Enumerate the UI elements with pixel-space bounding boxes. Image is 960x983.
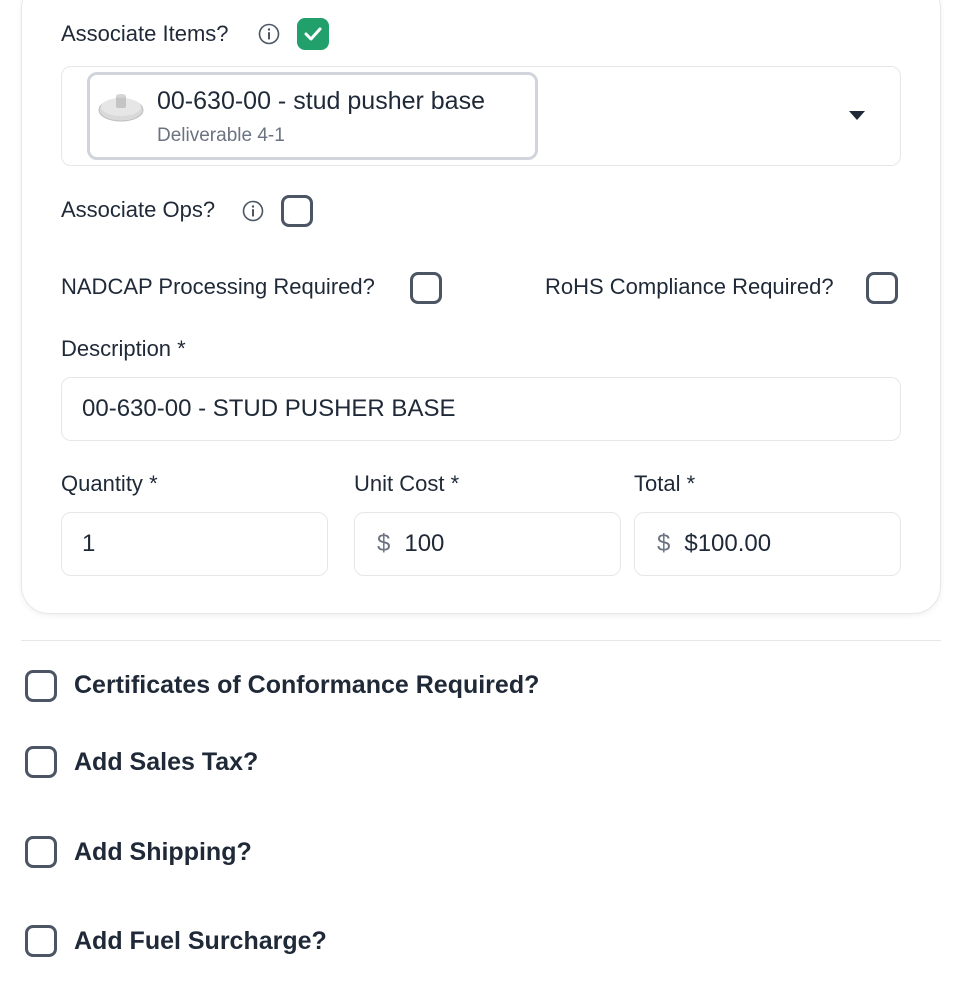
total-label-text: Total xyxy=(634,471,681,496)
required-asterisk: * xyxy=(450,471,460,496)
fuel-surcharge-label: Add Fuel Surcharge? xyxy=(74,927,327,955)
nadcap-checkbox[interactable] xyxy=(410,272,442,304)
info-icon[interactable] xyxy=(242,200,264,222)
required-asterisk: * xyxy=(686,471,696,496)
quantity-value: 1 xyxy=(82,530,96,557)
quantity-input[interactable]: 1 xyxy=(61,512,328,576)
description-value: 00-630-00 - STUD PUSHER BASE xyxy=(82,395,456,422)
rohs-checkbox[interactable] xyxy=(866,272,898,304)
nadcap-label: NADCAP Processing Required? xyxy=(61,274,375,299)
quantity-label-text: Quantity xyxy=(61,471,143,496)
unit-cost-label-text: Unit Cost xyxy=(354,471,445,496)
selected-item-subtitle: Deliverable 4-1 xyxy=(157,125,285,146)
check-icon xyxy=(304,27,322,41)
associate-ops-label: Associate Ops? xyxy=(61,197,216,222)
certificates-checkbox[interactable] xyxy=(25,670,57,702)
description-label-text: Description xyxy=(61,336,172,361)
unit-cost-label: Unit Cost * xyxy=(354,471,459,497)
shipping-label: Add Shipping? xyxy=(74,838,252,866)
required-asterisk: * xyxy=(177,336,186,361)
currency-symbol: $ xyxy=(377,530,391,557)
info-icon[interactable] xyxy=(258,23,280,45)
unit-cost-value: 100 xyxy=(404,530,445,557)
selected-item-chip[interactable]: 00-630-00 - stud pusher base Deliverable… xyxy=(87,72,538,160)
selected-item-title: 00-630-00 - stud pusher base xyxy=(157,87,485,115)
part-thumbnail-icon xyxy=(98,94,144,122)
unit-cost-input[interactable]: $ 100 xyxy=(354,512,621,576)
quantity-label: Quantity * xyxy=(61,471,158,497)
associate-items-checkbox[interactable] xyxy=(297,18,329,50)
associate-ops-checkbox[interactable] xyxy=(281,195,313,227)
description-input[interactable]: 00-630-00 - STUD PUSHER BASE xyxy=(61,377,901,441)
shipping-checkbox[interactable] xyxy=(25,836,57,868)
total-value: $100.00 xyxy=(684,530,772,557)
rohs-label: RoHS Compliance Required? xyxy=(545,274,834,299)
section-divider xyxy=(21,640,941,641)
required-asterisk: * xyxy=(149,471,158,496)
caret-down-icon[interactable] xyxy=(849,111,865,120)
item-select[interactable]: 00-630-00 - stud pusher base Deliverable… xyxy=(61,66,901,166)
description-label: Description * xyxy=(61,336,186,362)
total-input[interactable]: $ $100.00 xyxy=(634,512,901,576)
fuel-surcharge-checkbox[interactable] xyxy=(25,925,57,957)
sales-tax-label: Add Sales Tax? xyxy=(74,748,259,776)
total-label: Total * xyxy=(634,471,695,497)
associate-items-label: Associate Items? xyxy=(61,21,229,46)
currency-symbol: $ xyxy=(657,530,671,557)
sales-tax-checkbox[interactable] xyxy=(25,746,57,778)
certificates-label: Certificates of Conformance Required? xyxy=(74,671,540,699)
